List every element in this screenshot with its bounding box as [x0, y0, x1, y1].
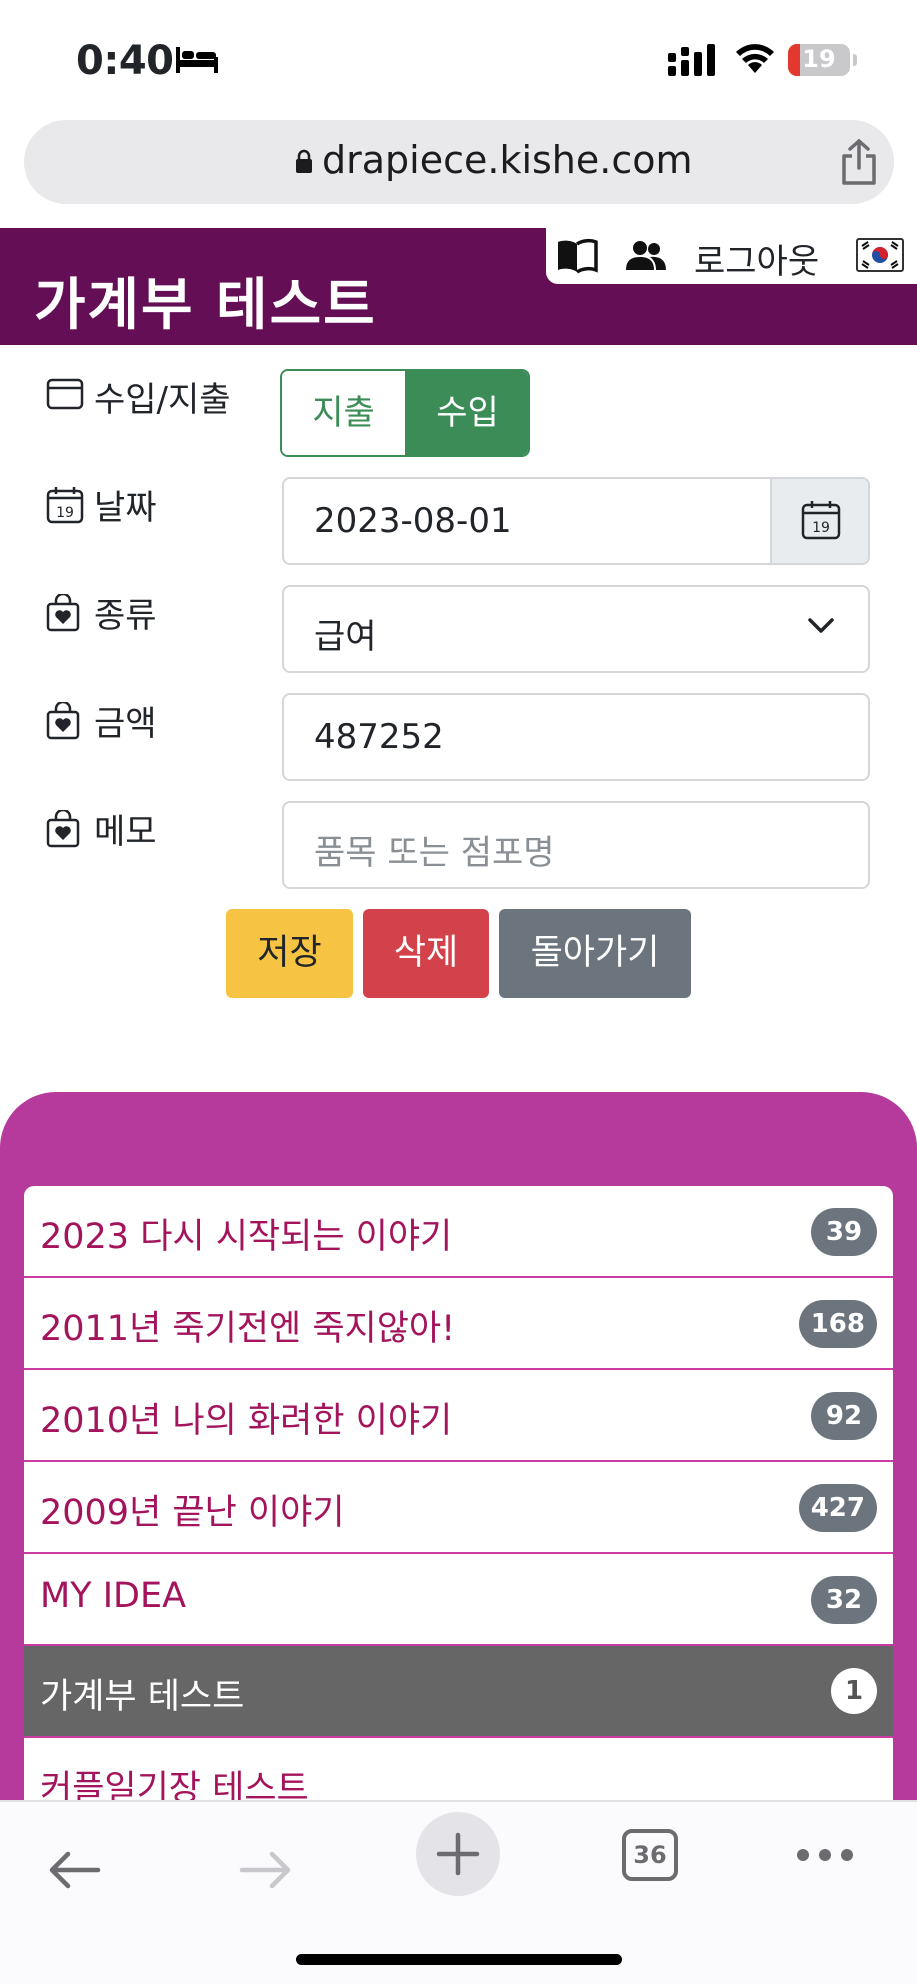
back-button[interactable]: 돌아가기	[499, 909, 691, 998]
amount-input[interactable]: 487252	[282, 693, 870, 781]
category-name: 2009년 끝난 이야기	[40, 1493, 345, 1533]
bag-heart-icon	[46, 810, 80, 848]
date-value: 2023-08-01	[314, 501, 512, 541]
count-badge: 168	[798, 1300, 877, 1348]
category-list: 2023 다시 시작되는 이야기 39 2011년 죽기전엔 죽지않아! 168…	[24, 1186, 893, 1830]
memo-input[interactable]: 품목 또는 점포명	[282, 801, 870, 889]
url-text[interactable]: drapiece.kishe.com	[322, 138, 693, 182]
expense-toggle-button[interactable]: 지출	[282, 371, 405, 455]
header-toolbar: 로그아웃	[546, 228, 917, 284]
income-toggle-button[interactable]: 수입	[405, 371, 528, 455]
count-badge: 92	[811, 1392, 877, 1440]
new-tab-button[interactable]	[416, 1812, 500, 1896]
page-title: 가계부 테스트	[34, 273, 377, 338]
forward-arrow-icon[interactable]	[238, 1850, 294, 1890]
calendar-icon: 19	[801, 501, 841, 540]
people-icon[interactable]	[626, 240, 666, 272]
bag-heart-icon	[46, 594, 80, 632]
category-name: 가계부 테스트	[40, 1677, 245, 1717]
url-bar[interactable]: drapiece.kishe.com	[24, 120, 894, 204]
share-icon[interactable]	[839, 138, 879, 186]
plus-icon	[436, 1832, 480, 1876]
date-input[interactable]: 2023-08-01 19	[282, 477, 870, 565]
battery-icon: 19	[788, 44, 850, 76]
category-item[interactable]: 2023 다시 시작되는 이야기 39	[24, 1186, 893, 1278]
wifi-icon	[736, 44, 774, 73]
category-name: 2011년 죽기전엔 죽지않아!	[40, 1309, 456, 1349]
category-item[interactable]: MY IDEA 32	[24, 1554, 893, 1646]
category-item[interactable]: 2010년 나의 화려한 이야기 92	[24, 1370, 893, 1462]
count-badge: 427	[798, 1484, 877, 1532]
type-toggle: 지출 수입	[280, 369, 530, 457]
korea-flag-icon[interactable]	[856, 238, 904, 272]
book-icon[interactable]	[556, 238, 598, 274]
category-item[interactable]: 2009년 끝난 이야기 427	[24, 1462, 893, 1554]
chevron-down-icon	[808, 618, 834, 633]
status-time: 0:40	[76, 38, 174, 84]
svg-text:19: 19	[812, 520, 830, 536]
status-bar: 0:40 19	[0, 0, 917, 112]
wallet-icon	[46, 378, 84, 410]
tab-count-button[interactable]: 36	[622, 1829, 678, 1881]
amount-value: 487252	[314, 717, 444, 757]
bed-icon	[176, 47, 218, 73]
category-item-active[interactable]: 가계부 테스트 1	[24, 1646, 893, 1738]
category-select[interactable]: 급여	[282, 585, 870, 673]
battery-level: 19	[802, 45, 836, 73]
category-name: 2010년 나의 화려한 이야기	[40, 1401, 453, 1441]
category-value: 급여	[314, 617, 377, 657]
save-button[interactable]: 저장	[226, 909, 353, 998]
count-badge: 39	[811, 1208, 877, 1256]
svg-text:19: 19	[56, 505, 74, 521]
home-indicator	[296, 1954, 622, 1965]
back-arrow-icon[interactable]	[46, 1850, 102, 1890]
browser-toolbar: 36	[0, 1800, 917, 1984]
count-badge: 1	[831, 1668, 877, 1714]
site-header: 가계부 테스트 로그아웃	[0, 228, 917, 345]
delete-button[interactable]: 삭제	[363, 909, 489, 998]
memo-placeholder: 품목 또는 점포명	[314, 833, 555, 873]
signal-icon	[668, 44, 715, 76]
category-name: 2023 다시 시작되는 이야기	[40, 1217, 453, 1257]
count-badge: 32	[811, 1576, 877, 1624]
lock-icon	[296, 149, 312, 173]
more-icon[interactable]	[796, 1848, 854, 1862]
logout-link[interactable]: 로그아웃	[694, 234, 819, 283]
calendar-icon: 19	[46, 487, 84, 524]
category-item[interactable]: 2011년 죽기전엔 죽지않아! 168	[24, 1278, 893, 1370]
bag-heart-icon	[46, 702, 80, 740]
date-picker-button[interactable]: 19	[770, 479, 868, 563]
category-name: MY IDEA	[40, 1576, 187, 1616]
